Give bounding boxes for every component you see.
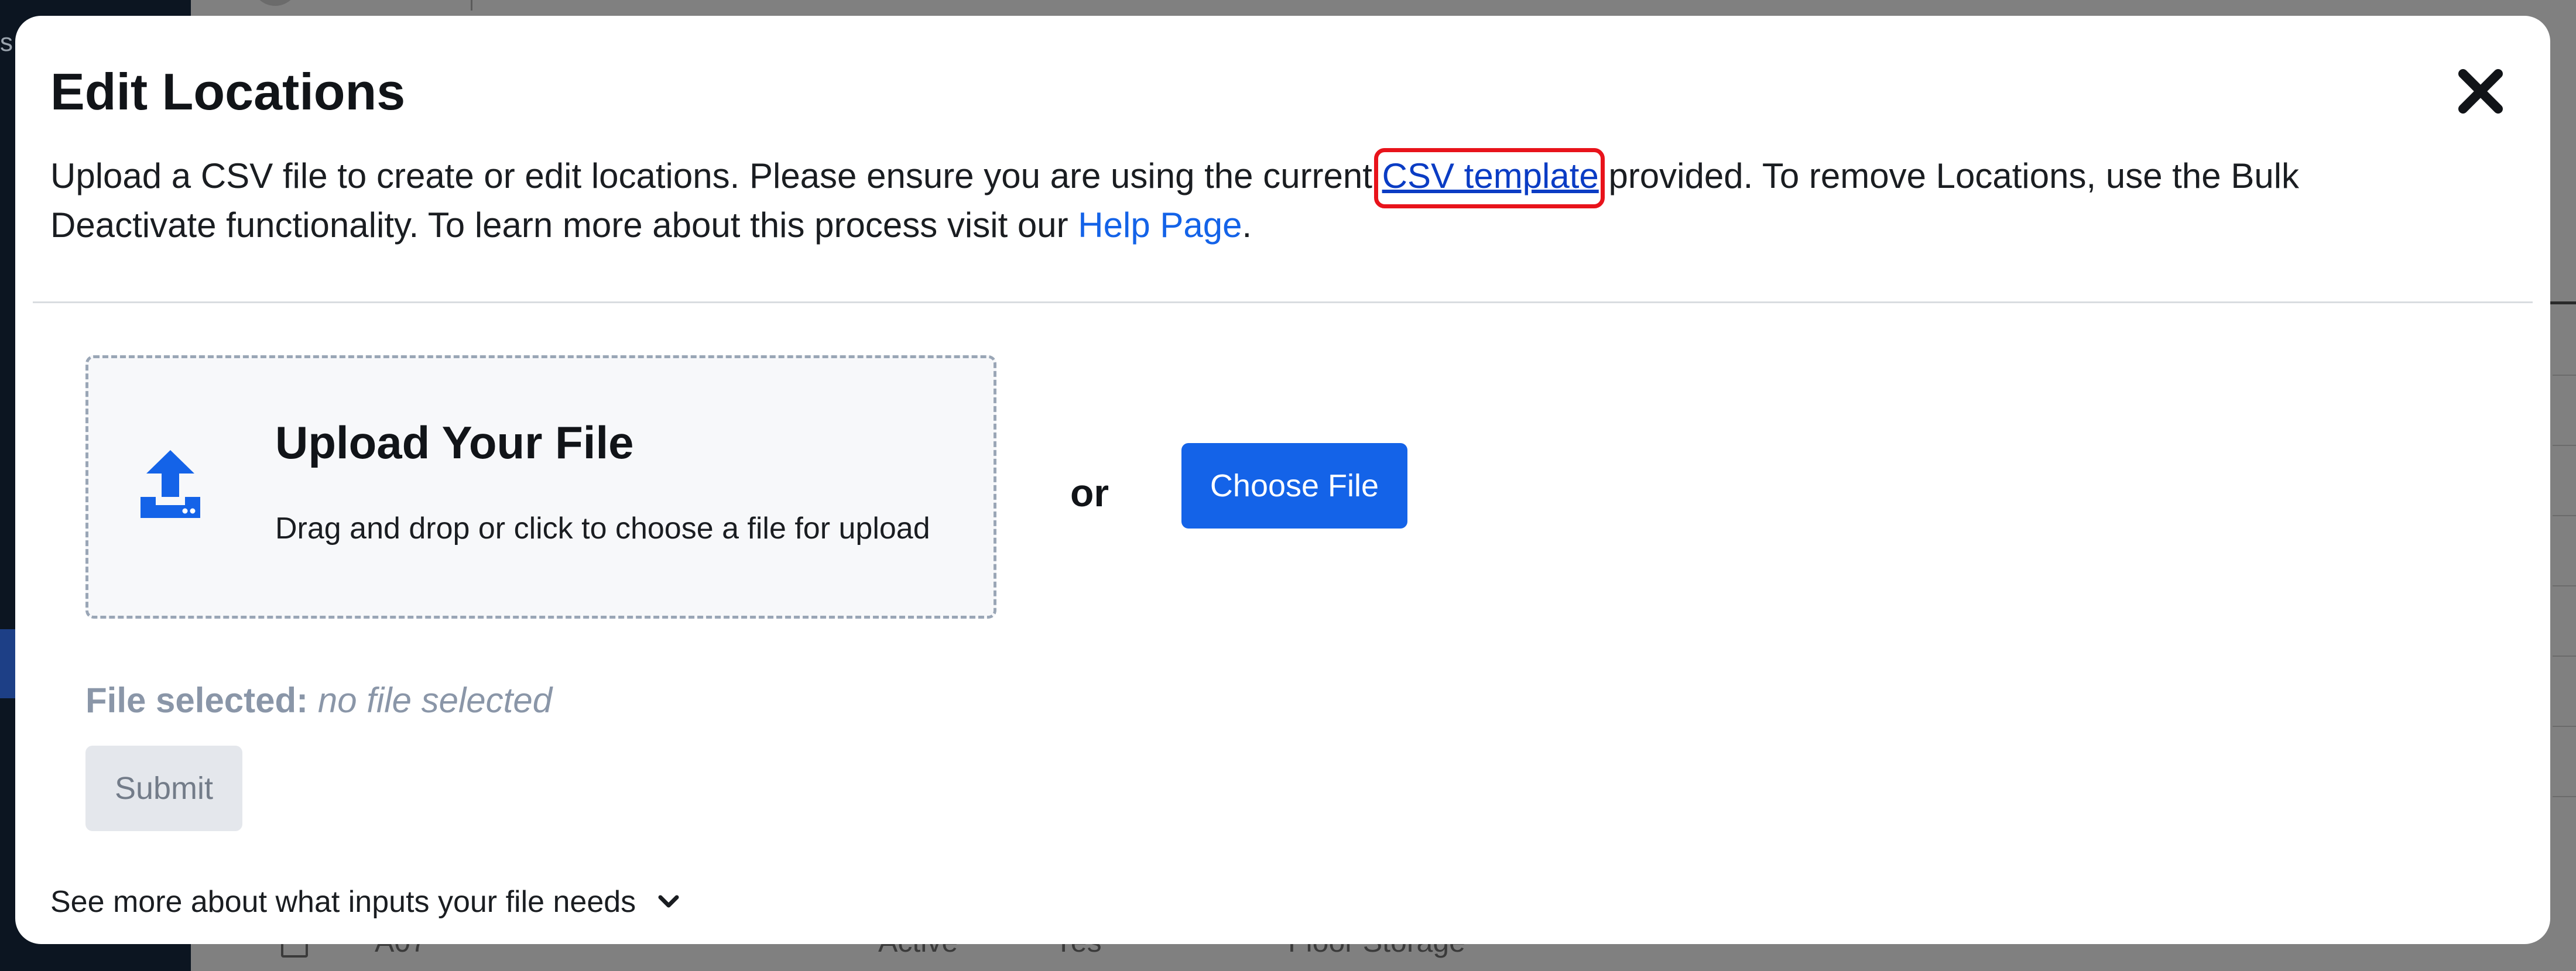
description-text: Upload a CSV file to create or edit loca… xyxy=(50,156,1382,195)
background-sidebar-text: s xyxy=(0,28,13,57)
dropzone-title: Upload Your File xyxy=(275,417,634,468)
background-topbar-divider xyxy=(471,0,472,11)
file-selected-value: no file selected xyxy=(317,681,553,720)
csv-template-link[interactable]: CSV template xyxy=(1382,156,1599,195)
background-row-divider xyxy=(2553,445,2576,446)
description-text: . xyxy=(1242,205,1252,245)
see-more-label: See more about what inputs your file nee… xyxy=(50,885,636,919)
close-button[interactable] xyxy=(2448,59,2513,123)
choose-file-button[interactable]: Choose File xyxy=(1181,443,1407,529)
chevron-down-icon xyxy=(658,895,679,908)
file-selected-label: File selected: xyxy=(85,681,309,720)
close-icon xyxy=(2458,69,2503,114)
background-row-divider xyxy=(2553,656,2576,657)
background-row-divider xyxy=(2553,375,2576,376)
see-more-toggle[interactable]: See more about what inputs your file nee… xyxy=(50,887,680,917)
file-selected-status: File selected: no file selected xyxy=(85,683,552,718)
dropzone-hint: Drag and drop or click to choose a file … xyxy=(275,512,930,545)
modal-title: Edit Locations xyxy=(50,63,406,121)
background-row-divider xyxy=(2553,726,2576,727)
edit-locations-modal: Edit Locations Upload a CSV file to crea… xyxy=(15,16,2550,944)
background-row-divider xyxy=(2553,515,2576,516)
upload-icon xyxy=(141,450,200,518)
help-page-link[interactable]: Help Page xyxy=(1078,205,1242,245)
file-dropzone[interactable] xyxy=(85,355,996,619)
submit-button[interactable]: Submit xyxy=(85,746,242,831)
background-row-divider xyxy=(2553,585,2576,586)
or-separator: or xyxy=(1070,471,1109,514)
background-row-divider xyxy=(2553,796,2576,797)
modal-description: Upload a CSV file to create or edit loca… xyxy=(50,152,2421,250)
divider xyxy=(33,301,2533,303)
